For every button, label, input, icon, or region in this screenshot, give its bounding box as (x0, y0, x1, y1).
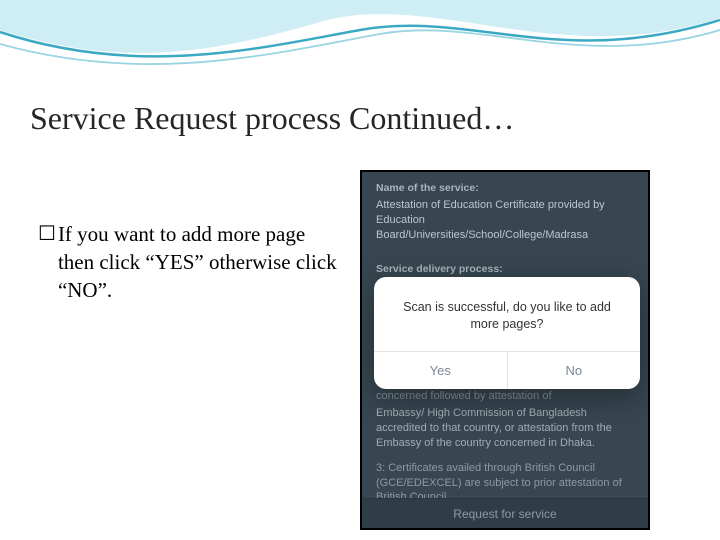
request-service-button[interactable]: Request for service (362, 498, 648, 528)
service-name-value: Attestation of Education Certificate pro… (362, 198, 648, 253)
process-tail-a: concerned followed by attestation of (362, 387, 648, 406)
body-text-block: ☐ If you want to add more page then clic… (38, 220, 338, 304)
confirm-dialog: Scan is successful, do you like to add m… (374, 277, 640, 389)
process-tail-b: Embassy/ High Commission of Bangladesh a… (362, 406, 648, 461)
dialog-message: Scan is successful, do you like to add m… (374, 277, 640, 351)
header-wave (0, 0, 720, 90)
slide-title: Service Request process Continued… (30, 100, 514, 137)
yes-button[interactable]: Yes (374, 352, 507, 389)
no-button[interactable]: No (507, 352, 641, 389)
bullet-text: If you want to add more page then click … (58, 220, 338, 304)
dialog-button-row: Yes No (374, 351, 640, 389)
service-name-label: Name of the service: (362, 172, 648, 198)
delivery-process-label: Service delivery process: (362, 253, 648, 279)
phone-screenshot: Name of the service: Attestation of Educ… (360, 170, 650, 530)
checkbox-icon: ☐ (38, 220, 56, 248)
bullet-item: ☐ If you want to add more page then clic… (38, 220, 338, 304)
